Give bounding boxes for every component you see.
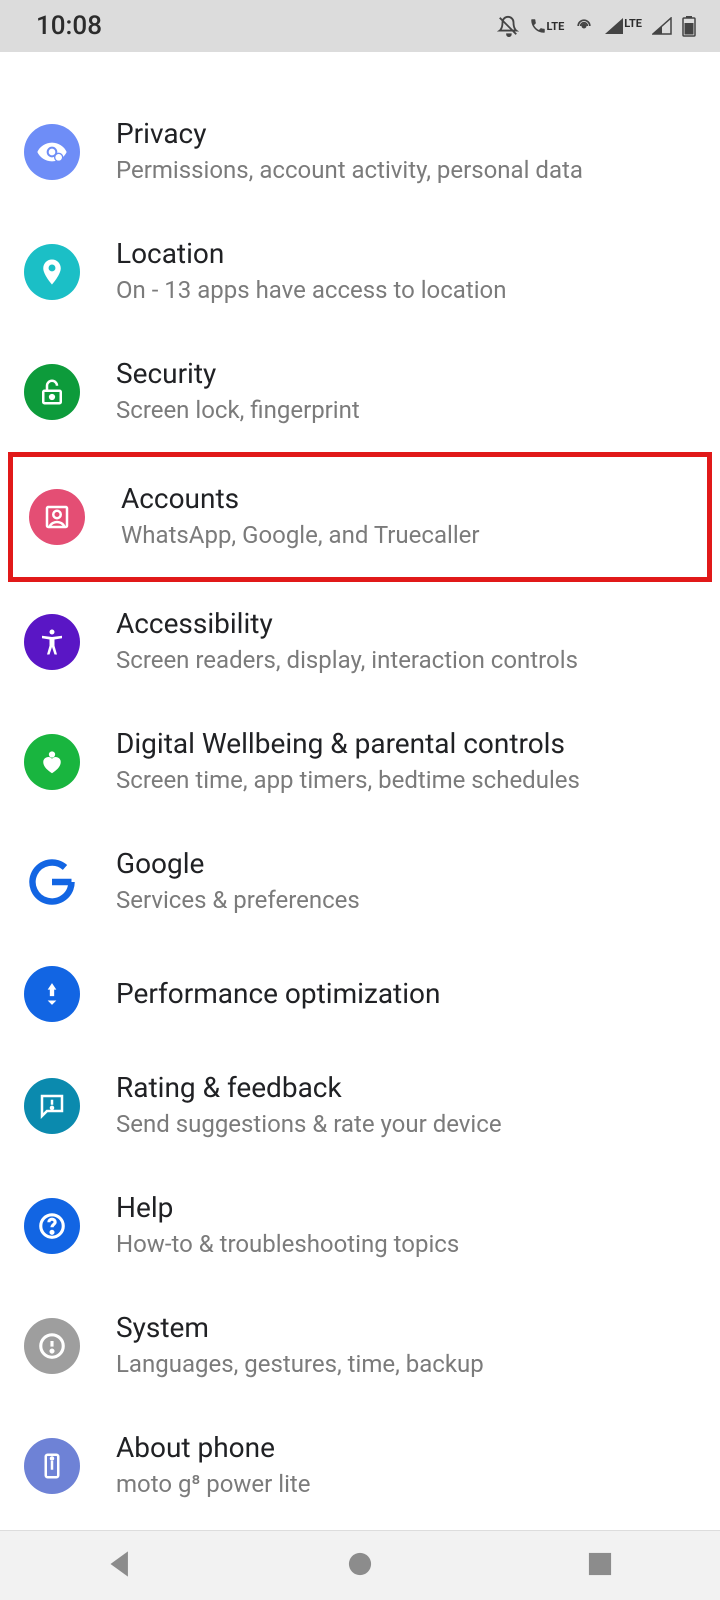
nav-recent-button[interactable] <box>581 1545 619 1587</box>
settings-list: Privacy Permissions, account activity, p… <box>0 52 720 1530</box>
signal-2-icon <box>652 17 672 35</box>
item-title: Privacy <box>116 116 696 152</box>
settings-item-wellbeing[interactable]: Digital Wellbeing & parental controls Sc… <box>0 702 720 822</box>
security-icon <box>24 364 80 420</box>
location-icon <box>24 244 80 300</box>
settings-item-accessibility[interactable]: Accessibility Screen readers, display, i… <box>0 582 720 702</box>
wellbeing-icon <box>24 734 80 790</box>
privacy-icon <box>24 124 80 180</box>
accessibility-icon <box>24 614 80 670</box>
settings-item-help[interactable]: Help How-to & troubleshooting topics <box>0 1166 720 1286</box>
item-subtitle: WhatsApp, Google, and Truecaller <box>121 519 683 553</box>
help-icon <box>24 1198 80 1254</box>
item-title: Help <box>116 1190 696 1226</box>
item-title: Performance optimization <box>116 976 696 1012</box>
item-subtitle: Screen readers, display, interaction con… <box>116 644 696 678</box>
item-title: System <box>116 1310 696 1346</box>
item-subtitle: Languages, gestures, time, backup <box>116 1348 696 1382</box>
google-icon <box>24 854 80 910</box>
item-title: Google <box>116 846 696 882</box>
status-time: 10:08 <box>36 11 102 41</box>
settings-item-about[interactable]: About phone moto g⁸ power lite <box>0 1406 720 1526</box>
item-title: Location <box>116 236 696 272</box>
settings-item-system[interactable]: System Languages, gestures, time, backup <box>0 1286 720 1406</box>
item-subtitle: Screen time, app timers, bedtime schedul… <box>116 764 696 798</box>
nav-home-button[interactable] <box>341 1545 379 1587</box>
battery-icon <box>682 15 696 37</box>
settings-item-performance[interactable]: Performance optimization <box>0 942 720 1046</box>
about-phone-icon <box>24 1438 80 1494</box>
highlight-accounts: Accounts WhatsApp, Google, and Truecalle… <box>8 452 712 582</box>
item-title: Security <box>116 356 696 392</box>
item-subtitle: Send suggestions & rate your device <box>116 1108 696 1142</box>
hotspot-icon <box>574 16 594 36</box>
item-subtitle: On - 13 apps have access to location <box>116 274 696 308</box>
notifications-off-icon <box>497 15 519 37</box>
status-icons: LTE LTE <box>497 15 696 37</box>
settings-item-google[interactable]: Google Services & preferences <box>0 822 720 942</box>
item-subtitle: Screen lock, fingerprint <box>116 394 696 428</box>
nav-bar <box>0 1530 720 1600</box>
settings-item-accounts[interactable]: Accounts WhatsApp, Google, and Truecalle… <box>13 457 707 577</box>
settings-item-privacy[interactable]: Privacy Permissions, account activity, p… <box>0 92 720 212</box>
item-title: About phone <box>116 1430 696 1466</box>
item-title: Rating & feedback <box>116 1070 696 1106</box>
status-bar: 10:08 LTE LTE <box>0 0 720 52</box>
settings-item-location[interactable]: Location On - 13 apps have access to loc… <box>0 212 720 332</box>
item-subtitle: Permissions, account activity, personal … <box>116 154 696 188</box>
accounts-icon <box>29 489 85 545</box>
signal-1-icon: LTE <box>604 17 642 35</box>
system-icon <box>24 1318 80 1374</box>
item-title: Accessibility <box>116 606 696 642</box>
item-subtitle: How-to & troubleshooting topics <box>116 1228 696 1262</box>
settings-item-security[interactable]: Security Screen lock, fingerprint <box>0 332 720 452</box>
feedback-icon <box>24 1078 80 1134</box>
performance-icon <box>24 966 80 1022</box>
nav-back-button[interactable] <box>101 1545 139 1587</box>
item-title: Accounts <box>121 481 683 517</box>
settings-item-rating[interactable]: Rating & feedback Send suggestions & rat… <box>0 1046 720 1166</box>
item-title: Digital Wellbeing & parental controls <box>116 726 696 762</box>
item-subtitle: moto g⁸ power lite <box>116 1468 696 1502</box>
item-subtitle: Services & preferences <box>116 884 696 918</box>
wifi-calling-icon: LTE <box>529 17 565 35</box>
